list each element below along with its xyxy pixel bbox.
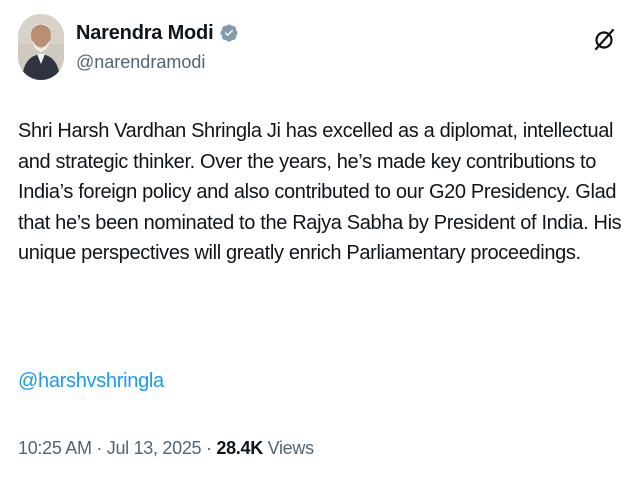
grok-icon[interactable] — [592, 26, 618, 52]
name-row: Narendra Modi — [76, 20, 239, 46]
tweet-meta: 10:25 AM · Jul 13, 2025 · 28.4K Views — [18, 438, 314, 459]
author-handle[interactable]: @narendramodi — [76, 52, 239, 73]
mention-link[interactable]: @harshvshringla — [18, 370, 164, 393]
tweet-date[interactable]: Jul 13, 2025 — [107, 438, 202, 458]
tweet-time[interactable]: 10:25 AM — [18, 438, 92, 458]
tweet-text: Shri Harsh Vardhan Shringla Ji has excel… — [18, 120, 622, 265]
views-count: 28.4K — [216, 438, 263, 458]
display-name[interactable]: Narendra Modi — [76, 22, 214, 45]
meta-separator: · — [91, 438, 107, 458]
tweet-header: Narendra Modi @narendramodi — [18, 14, 622, 86]
verified-badge-icon — [219, 23, 239, 43]
avatar[interactable] — [18, 14, 64, 80]
author-identity: Narendra Modi @narendramodi — [76, 20, 239, 73]
meta-separator: · — [201, 438, 217, 458]
views-label: Views — [262, 438, 315, 458]
